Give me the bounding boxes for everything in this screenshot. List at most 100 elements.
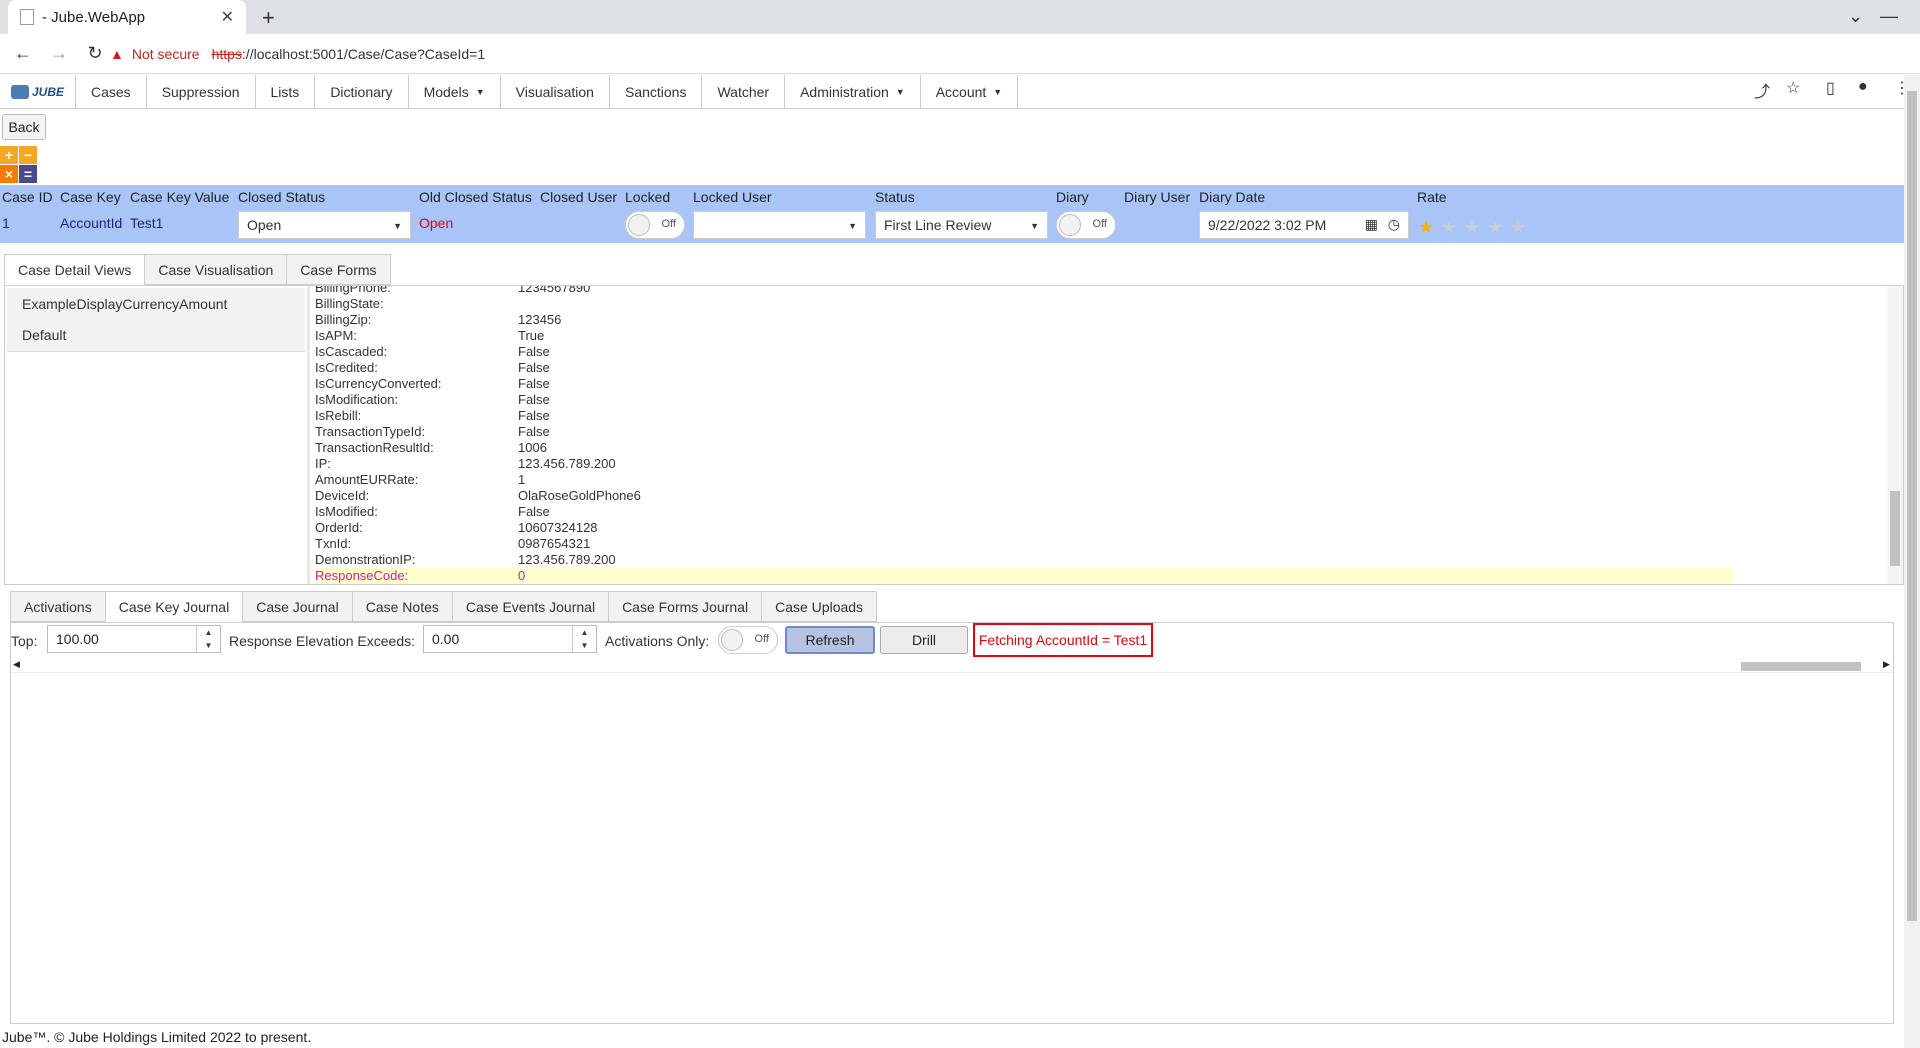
rating-star-1[interactable]: ★ [1418,217,1434,238]
chevron-down-icon: ▼ [1030,221,1039,231]
field-row: IsCascaded: False [315,344,1735,360]
header-closed-status: Closed Status [238,189,326,205]
field-value: 10607324128 [518,520,598,535]
nav-dictionary[interactable]: Dictionary [315,75,409,109]
close-x-icon[interactable]: × [0,165,18,183]
close-tab-icon[interactable]: ✕ [221,7,234,27]
nav-watcher[interactable]: Watcher [702,75,786,109]
diary-toggle[interactable]: Off [1056,211,1116,239]
activations-only-label: Activations Only: [605,633,710,649]
toggle-knob [628,214,650,236]
rating-star-5[interactable]: ★ [1510,217,1526,238]
nav-cases[interactable]: Cases [76,75,147,109]
header-case-key: Case Key [60,189,121,205]
view-item[interactable]: Default [7,319,305,350]
tab-activations[interactable]: Activations [10,591,106,622]
scrollbar-thumb[interactable] [1741,662,1861,671]
tab-case-journal[interactable]: Case Journal [242,591,353,622]
rating-star-4[interactable]: ★ [1487,217,1503,238]
field-key: TransactionTypeId: [315,424,426,439]
tab-case-uploads[interactable]: Case Uploads [761,591,878,622]
tab-case-forms-journal[interactable]: Case Forms Journal [608,591,763,622]
equals-icon[interactable]: = [19,165,37,183]
field-value: 1 [518,472,526,487]
top-value: 100.00 [56,631,99,647]
tab-case-detail-views[interactable]: Case Detail Views [4,254,146,285]
field-row: DemonstrationIP: 123.456.789.200 [315,552,1735,568]
tab-case-visualisation[interactable]: Case Visualisation [144,254,288,285]
closed-status-select[interactable]: Open ▼ [238,211,411,239]
field-key: IsAPM: [315,328,357,343]
tab-case-notes[interactable]: Case Notes [351,591,453,622]
field-row: IsRebill: False [315,408,1735,424]
new-tab-icon[interactable]: + [262,5,275,31]
header-closed-user: Closed User [540,189,618,205]
drill-button[interactable]: Drill [880,626,968,654]
field-key: IsCurrencyConverted: [315,376,442,391]
field-key: ResponseCode: [315,568,409,583]
minimize-icon[interactable]: — [1880,6,1898,27]
detail-scrollbar[interactable] [1887,286,1903,584]
scrollbar-thumb[interactable] [1890,491,1900,566]
scroll-left-icon[interactable]: ◀ [13,659,20,670]
spinner-icon[interactable]: ▲ ▼ [572,626,596,652]
field-value: False [518,360,550,375]
nav-administration[interactable]: Administration ▼ [785,75,921,109]
case-id-value: 1 [2,215,10,231]
locked-user-select[interactable]: ▼ [693,211,866,239]
tab-case-key-journal[interactable]: Case Key Journal [104,591,244,622]
horizontal-scrollbar[interactable]: ◀ ▶ [11,659,1893,673]
back-arrow-icon[interactable]: ← [10,43,36,64]
nav-lists[interactable]: Lists [256,75,316,109]
field-value: False [518,408,550,423]
nav-account[interactable]: Account ▼ [921,75,1019,109]
nav-sanctions[interactable]: Sanctions [610,75,703,109]
caret-down-icon: ▼ [895,87,905,97]
elevation-value: 0.00 [432,631,460,647]
field-key: TxnId: [315,536,352,551]
status-select[interactable]: First Line Review ▼ [875,211,1048,239]
diary-date-picker[interactable]: 9/22/2022 3:02 PM ▦ ◷ [1199,211,1409,239]
nav-visualisation[interactable]: Visualisation [501,75,610,109]
nav-suppression[interactable]: Suppression [147,75,256,109]
scroll-right-icon[interactable]: ▶ [1883,659,1890,670]
top-input[interactable]: 100.00 ▲ ▼ [47,625,221,653]
nav-label: Administration [800,84,889,100]
field-row: TxnId: 0987654321 [315,536,1735,552]
page-scrollbar[interactable] [1904,75,1920,1048]
address-bar[interactable]: ▲ Not secure https://localhost:5001/Case… [110,40,485,68]
clock-icon[interactable]: ◷ [1388,216,1400,233]
tab-case-events-journal[interactable]: Case Events Journal [451,591,610,622]
field-row: DeviceId: OlaRoseGoldPhone6 [315,488,1735,504]
tab-case-forms[interactable]: Case Forms [286,254,391,285]
browser-tab-title: - Jube.WebApp [42,8,146,26]
spinner-icon[interactable]: ▲ ▼ [196,626,220,652]
field-row: IsCredited: False [315,360,1735,376]
calendar-icon[interactable]: ▦ [1365,216,1378,233]
header-old-closed-status: Old Closed Status [419,189,532,205]
expand-plus-icon[interactable]: + [0,146,18,164]
splitter-handle[interactable] [307,286,310,584]
refresh-button[interactable]: Refresh [785,626,875,654]
locked-toggle[interactable]: Off [625,211,685,239]
rating-star-3[interactable]: ★ [1464,217,1480,238]
field-value: False [518,424,550,439]
jube-logo[interactable]: JUBE [0,75,76,109]
field-value: 0987654321 [518,536,591,551]
nav-models[interactable]: Models ▼ [409,75,501,109]
browser-tab[interactable]: - Jube.WebApp ✕ [8,0,246,34]
case-key-value-value: Test1 [130,215,164,231]
rating-star-2[interactable]: ★ [1441,217,1457,238]
scrollbar-thumb[interactable] [1907,91,1917,921]
view-item[interactable]: ExampleDisplayCurrencyAmount [7,288,305,319]
activations-only-toggle[interactable]: Off [718,626,778,654]
caret-down-icon: ▼ [475,87,485,97]
reload-icon[interactable]: ↻ [82,43,108,64]
tab-search-icon[interactable]: ⌄ [1848,6,1863,27]
collapse-minus-icon[interactable]: − [19,146,37,164]
elevation-input[interactable]: 0.00 ▲ ▼ [423,625,597,653]
back-button[interactable]: Back [2,114,46,140]
field-value: OlaRoseGoldPhone6 [518,488,641,503]
forward-arrow-icon[interactable]: → [46,43,72,64]
field-key: AmountEURRate: [315,472,419,487]
